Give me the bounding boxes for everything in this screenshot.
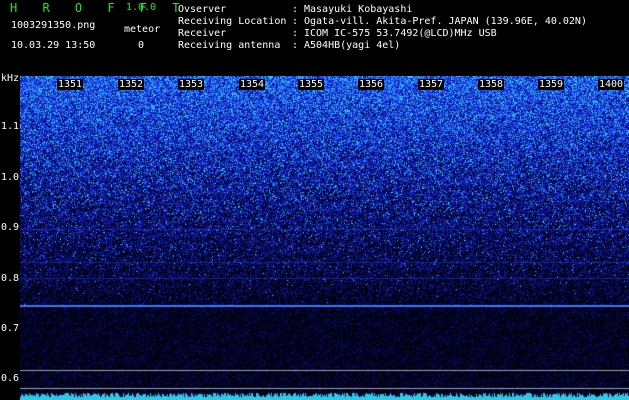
y-tick-0-8: 0.8	[1, 273, 20, 284]
info-sep: :	[292, 40, 299, 51]
info-row-antenna: Receiving antenna: A504HB(yagi 4el)	[178, 40, 587, 52]
meteor-count: 0	[138, 40, 145, 51]
x-tick-1354: 1354	[239, 79, 266, 90]
y-tick-1-1: 1.1	[1, 121, 20, 132]
app-title: H R O F F T	[10, 1, 189, 15]
info-row-observer: Ovserver: Masayuki Kobayashi	[178, 4, 587, 16]
x-tick-1351: 1351	[57, 79, 84, 90]
datetime-label: 10.03.29 13:50	[11, 40, 96, 51]
y-tick-0-6: 0.6	[1, 373, 20, 384]
x-tick-1357: 1357	[418, 79, 445, 90]
y-tick-1-0: 1.0	[1, 172, 20, 183]
x-tick-1355: 1355	[298, 79, 325, 90]
y-axis-unit: kHz	[1, 73, 20, 84]
info-value: ICOM IC-575 53.7492(@LCD)MHz USB	[304, 28, 497, 39]
info-row-location: Receiving Location: Ogata-vill. Akita-Pre…	[178, 16, 587, 28]
info-key: Receiver	[178, 28, 227, 39]
info-key: Receiving Location	[178, 16, 287, 27]
info-value: Masayuki Kobayashi	[304, 4, 413, 15]
x-tick-1352: 1352	[118, 79, 145, 90]
x-tick-1358: 1358	[478, 79, 505, 90]
filename-label: 1003291350.png	[11, 20, 96, 31]
info-row-receiver: Receiver: ICOM IC-575 53.7492(@LCD)MHz US…	[178, 28, 587, 40]
header-panel: H R O F F T 1.0.0 1003291350.png meteor …	[0, 0, 629, 76]
info-sep: :	[292, 4, 299, 15]
info-key: Receiving antenna	[178, 40, 281, 51]
app-version: 1.0.0	[126, 2, 157, 13]
spectrogram-canvas	[20, 76, 629, 400]
meteor-label: meteor	[124, 24, 161, 35]
station-info: Ovserver: Masayuki Kobayashi Receiving Lo…	[178, 4, 587, 52]
info-key: Ovserver	[178, 4, 227, 15]
info-value: A504HB(yagi 4el)	[304, 40, 401, 51]
info-value: Ogata-vill. Akita-Pref. JAPAN (139.96E, …	[304, 16, 587, 27]
x-tick-1356: 1356	[358, 79, 385, 90]
x-tick-1353: 1353	[178, 79, 205, 90]
info-sep: :	[292, 28, 299, 39]
x-tick-1400: 1400	[598, 79, 625, 90]
y-tick-0-9: 0.9	[1, 222, 20, 233]
y-tick-0-7: 0.7	[1, 323, 20, 334]
x-tick-1359: 1359	[538, 79, 565, 90]
info-sep: :	[292, 16, 299, 27]
